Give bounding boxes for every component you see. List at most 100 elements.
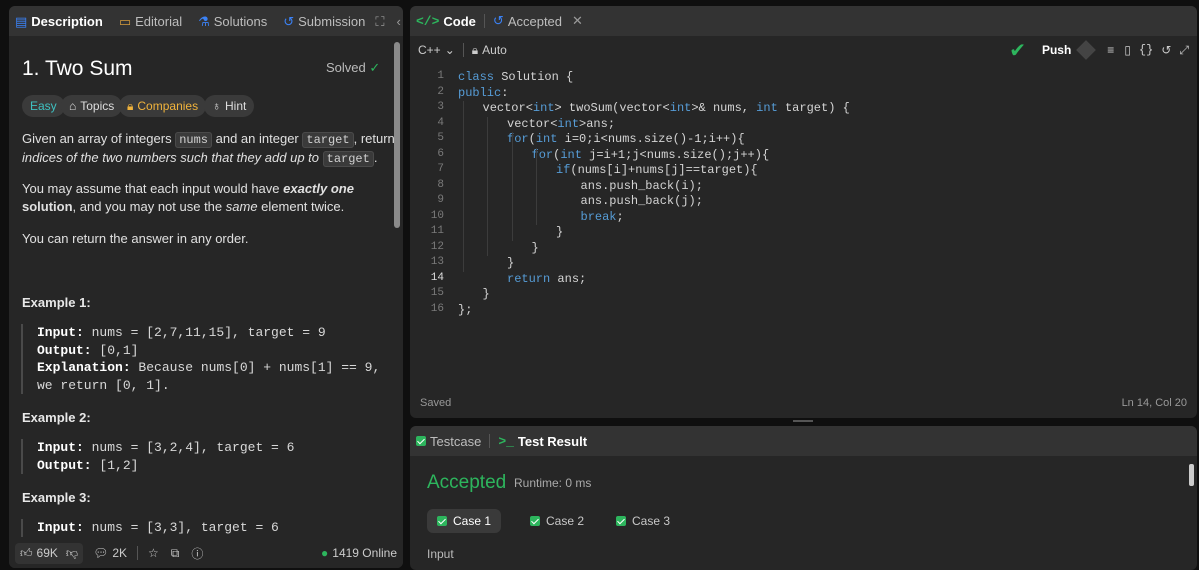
line-number: 4 — [437, 116, 444, 129]
divider — [137, 546, 139, 560]
code-editor[interactable]: 1 class Solution {2 public: 3 vector<int> tw… — [410, 70, 1197, 330]
bookmark-icon[interactable]: ▯ — [1124, 43, 1131, 57]
code-line: break; — [580, 209, 624, 224]
example-2-block: Input: nums = [3,2,4], target = 6 Output… — [21, 439, 294, 474]
tab-submission[interactable]: ↺ Submission — [283, 14, 365, 29]
check-icon — [437, 516, 447, 526]
maximize-icon[interactable]: ⛶ — [375, 15, 384, 28]
code-panel: </> Code ↺ Accepted ✕ C++ ⌄ 🔒︎ Auto ✔ Push ≡ … — [410, 6, 1197, 418]
tab-accepted[interactable]: ↺ Accepted ✕ — [493, 13, 583, 29]
lightbulb-icon: ♁ — [212, 99, 221, 113]
help-icon[interactable]: ⓘ — [191, 545, 203, 562]
result-panel: Testcase >_ Test Result Accepted Runtime:… — [410, 426, 1197, 570]
footer-bar: 👍︎ 69K 👎︎ 💬︎ 2K ☆ ⧉ ⓘ ● 1419 Online — [9, 538, 403, 568]
line-number: 15 — [430, 287, 444, 299]
line-number: 6 — [437, 147, 444, 160]
result-tabbar: Testcase >_ Test Result — [410, 426, 1197, 456]
like-button[interactable]: 👍︎ 69K 👎︎ — [15, 542, 84, 564]
case-1-tab[interactable]: Case 1 — [427, 509, 502, 533]
line-number: 10 — [430, 209, 444, 222]
left-tabbar: ▤ Description ▭ Editorial ⚗ Solutions ↺ Subm… — [9, 6, 403, 36]
reset-icon[interactable]: ↺ — [1161, 43, 1171, 57]
example-3-title: Example 3: — [22, 490, 91, 505]
code-line: } — [482, 287, 490, 301]
tab-code[interactable]: </> Code — [416, 14, 476, 29]
chevron-down-icon: ⌄ — [444, 43, 455, 57]
line-number: 3 — [437, 101, 444, 113]
line-number: 14 — [430, 271, 444, 284]
star-icon[interactable]: ☆ — [148, 546, 159, 560]
line-number: 1 — [437, 70, 444, 82]
scrollbar-thumb[interactable] — [394, 42, 400, 228]
online-dot-icon: ● — [321, 546, 329, 560]
check-icon: ✔ — [1009, 39, 1026, 62]
flask-icon: ⚗ — [198, 13, 210, 29]
indent-guide — [511, 132, 513, 241]
description-icon: ▤ — [15, 13, 28, 29]
language-select[interactable]: C++ ⌄ — [418, 43, 455, 57]
tab-test-result[interactable]: >_ Test Result — [498, 434, 587, 449]
git-icon[interactable] — [1076, 40, 1097, 60]
problem-paragraph-2: You may assume that each input would hav… — [22, 181, 354, 214]
verdict: Accepted — [427, 472, 507, 493]
example-3-block: Input: nums = [3,3], target = 6 — [21, 519, 279, 537]
push-button[interactable]: Push — [1042, 43, 1071, 57]
lock-icon: 🔒︎ — [127, 98, 134, 113]
code-icon: </> — [416, 13, 440, 29]
code-line: for(int j=i+1;j<nums.size();j++){ — [531, 147, 770, 162]
format-icon[interactable]: ≡ — [1107, 43, 1114, 57]
line-number: 16 — [430, 302, 444, 315]
close-icon[interactable]: ✕ — [572, 13, 583, 29]
check-icon — [530, 516, 540, 526]
code-line: return ans; — [507, 271, 587, 286]
topics-button[interactable]: ⌂ Topics — [61, 95, 123, 117]
thumbs-down-icon: 👎︎ — [65, 545, 79, 560]
checkbox-icon — [416, 436, 426, 446]
case-2-tab[interactable]: Case 2 — [520, 509, 594, 533]
code-line: for(int i=0;i<nums.size()-1;i++){ — [507, 132, 745, 146]
divider — [489, 434, 491, 448]
tab-description[interactable]: ▤ Description — [15, 14, 103, 29]
code-tabbar: </> Code ↺ Accepted ✕ — [410, 6, 1197, 36]
solved-status: Solved ✓ — [326, 60, 381, 75]
divider — [483, 14, 485, 28]
indent-guide — [487, 116, 488, 256]
line-number: 12 — [430, 240, 444, 253]
line-number: 11 — [430, 225, 444, 237]
cursor-position: Ln 14, Col 20 — [1121, 397, 1187, 409]
braces-icon[interactable]: {} — [1139, 43, 1153, 57]
input-label: Input — [427, 547, 454, 561]
tab-solutions[interactable]: ⚗ Solutions — [198, 14, 267, 29]
mode-toggle[interactable]: 🔒︎ Auto — [472, 43, 507, 58]
terminal-icon: >_ — [498, 433, 514, 449]
code-line: vector<int> twoSum(vector<int>& nums, in… — [482, 101, 850, 115]
line-number: 2 — [437, 85, 444, 98]
comments-button[interactable]: 💬︎ 2K — [93, 546, 127, 560]
problem-title: 1. Two Sum — [22, 57, 133, 80]
comment-icon: 💬︎ — [93, 546, 109, 560]
resize-handle[interactable] — [793, 420, 813, 422]
check-icon — [616, 516, 626, 526]
share-icon[interactable]: ⧉ — [171, 546, 180, 561]
code-line: vector<int>ans; — [507, 116, 616, 131]
companies-button[interactable]: 🔒︎ Companies — [119, 95, 207, 117]
code-line: class Solution { — [458, 70, 574, 84]
editor-toolbar: C++ ⌄ 🔒︎ Auto ✔ Push ≡ ▯ {} ↺ ⤢ — [410, 36, 1197, 64]
difficulty-badge[interactable]: Easy — [22, 95, 65, 117]
divider — [462, 43, 464, 57]
history-icon: ↺ — [283, 13, 295, 29]
code-line: ans.push_back(i); — [580, 178, 703, 193]
expand-icon[interactable]: ⤢ — [1179, 43, 1189, 58]
tab-editorial[interactable]: ▭ Editorial — [119, 14, 182, 29]
example-1-title: Example 1: — [22, 295, 91, 310]
line-number: 13 — [430, 256, 444, 268]
line-number: 7 — [437, 163, 444, 175]
tab-testcase[interactable]: Testcase — [416, 434, 481, 449]
collapse-icon[interactable]: ‹ — [396, 15, 400, 28]
case-3-tab[interactable]: Case 3 — [606, 509, 680, 533]
code-line: ans.push_back(j); — [580, 194, 703, 208]
scrollbar-thumb[interactable] — [1189, 464, 1194, 486]
indent-guide — [536, 147, 537, 225]
hint-button[interactable]: ♁ Hint — [204, 95, 255, 117]
line-number: 8 — [437, 178, 444, 191]
